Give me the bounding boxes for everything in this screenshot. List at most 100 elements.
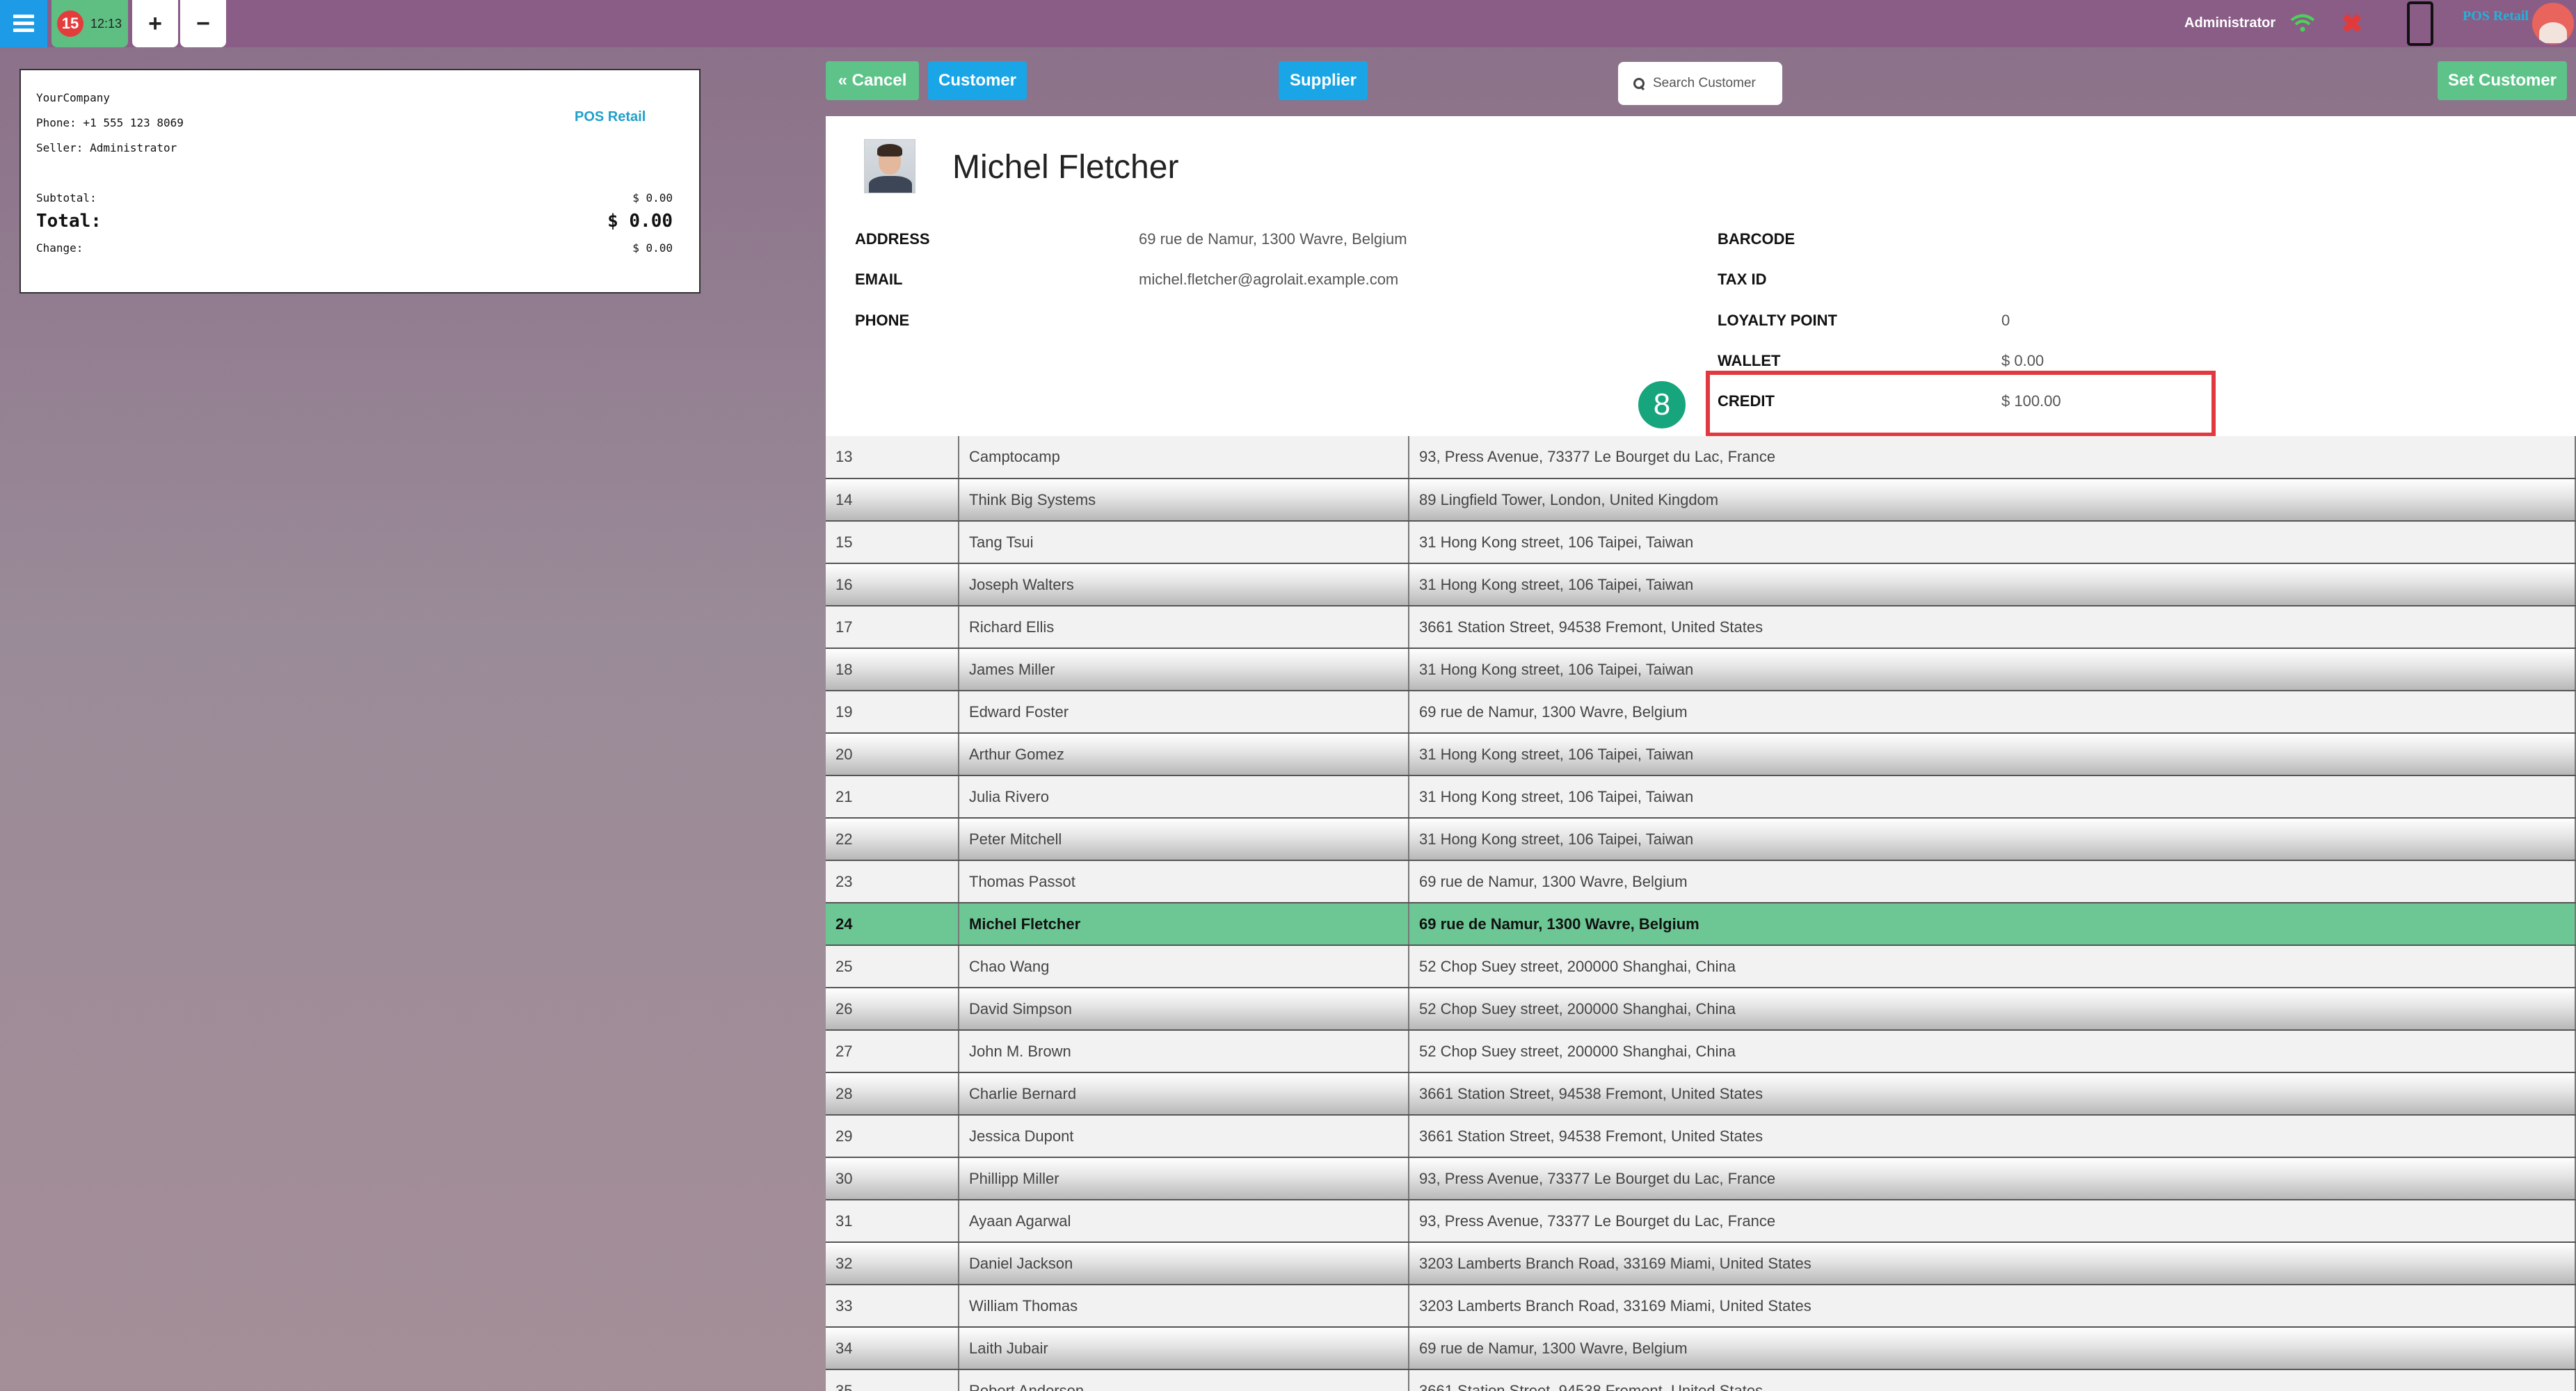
table-row[interactable]: 31 Ayaan Agarwal 93, Press Avenue, 73377 L… bbox=[826, 1200, 2576, 1243]
receipt-preview: YourCompany Phone: +1 555 123 8069 Selle… bbox=[19, 69, 701, 294]
table-row[interactable]: 28 Charlie Bernard 3661 Station Street, 94… bbox=[826, 1072, 2576, 1116]
row-id: 31 bbox=[826, 1200, 959, 1243]
row-name: Arthur Gomez bbox=[959, 733, 1409, 776]
table-row[interactable]: 30 Phillipp Miller 93, Press Avenue, 73377… bbox=[826, 1157, 2576, 1200]
change-value: $ 0.00 bbox=[632, 241, 673, 255]
customer-filter-button[interactable]: Customer bbox=[928, 61, 1027, 100]
row-name: Chao Wang bbox=[959, 945, 1409, 988]
row-address: 3661 Station Street, 94538 Fremont, Unit… bbox=[1409, 1369, 2576, 1391]
row-name: Julia Rivero bbox=[959, 775, 1409, 819]
row-id: 34 bbox=[826, 1327, 959, 1370]
row-name: Edward Foster bbox=[959, 691, 1409, 734]
row-address: 31 Hong Kong street, 106 Taipei, Taiwan bbox=[1409, 733, 2576, 776]
row-name: Jessica Dupont bbox=[959, 1115, 1409, 1158]
table-row[interactable]: 25 Chao Wang 52 Chop Suey street, 200000 S… bbox=[826, 945, 2576, 988]
row-address: 52 Chop Suey street, 200000 Shanghai, Ch… bbox=[1409, 945, 2576, 988]
row-id: 24 bbox=[826, 903, 959, 946]
search-icon bbox=[1633, 78, 1645, 89]
order-count-badge: 15 bbox=[57, 10, 83, 37]
table-row[interactable]: 16 Joseph Walters 31 Hong Kong street, 106… bbox=[826, 563, 2576, 606]
row-id: 14 bbox=[826, 479, 959, 522]
row-name: Camptocamp bbox=[959, 436, 1409, 479]
search-customer-input[interactable] bbox=[1653, 76, 1778, 91]
table-row[interactable]: 26 David Simpson 52 Chop Suey street, 2000… bbox=[826, 988, 2576, 1031]
customer-list: 13 Camptocamp 93, Press Avenue, 73377 Le B… bbox=[826, 436, 2576, 1391]
row-address: 31 Hong Kong street, 106 Taipei, Taiwan bbox=[1409, 818, 2576, 861]
email-label: EMAIL bbox=[855, 271, 903, 288]
table-row[interactable]: 14 Think Big Systems 89 Lingfield Tower, L… bbox=[826, 479, 2576, 522]
total-label: Total: bbox=[36, 211, 102, 232]
row-address: 31 Hong Kong street, 106 Taipei, Taiwan bbox=[1409, 521, 2576, 564]
row-name: David Simpson bbox=[959, 988, 1409, 1031]
phone-label: PHONE bbox=[855, 312, 910, 329]
row-address: 93, Press Avenue, 73377 Le Bourget du La… bbox=[1409, 436, 2576, 479]
row-address: 3661 Station Street, 94538 Fremont, Unit… bbox=[1409, 1072, 2576, 1116]
row-address: 31 Hong Kong street, 106 Taipei, Taiwan bbox=[1409, 775, 2576, 819]
row-name: Thomas Passot bbox=[959, 860, 1409, 903]
row-id: 17 bbox=[826, 606, 959, 649]
table-row[interactable]: 35 Robert Anderson 3661 Station Street, 94… bbox=[826, 1369, 2576, 1391]
receipt-logo: POS Retail bbox=[575, 109, 646, 124]
list-icon bbox=[13, 15, 34, 33]
close-icon[interactable]: ✖ bbox=[2341, 8, 2363, 40]
address-value: 69 rue de Namur, 1300 Wavre, Belgium bbox=[1139, 230, 1407, 248]
menu-toggle-button[interactable] bbox=[0, 0, 47, 47]
row-address: 3661 Station Street, 94538 Fremont, Unit… bbox=[1409, 1115, 2576, 1158]
customer-photo bbox=[864, 139, 915, 193]
row-id: 19 bbox=[826, 691, 959, 734]
taxid-label: TAX ID bbox=[1718, 271, 1767, 288]
search-customer-box[interactable] bbox=[1618, 62, 1782, 105]
table-row[interactable]: 17 Richard Ellis 3661 Station Street, 9453… bbox=[826, 606, 2576, 649]
row-address: 52 Chop Suey street, 200000 Shanghai, Ch… bbox=[1409, 988, 2576, 1031]
row-address: 93, Press Avenue, 73377 Le Bourget du La… bbox=[1409, 1157, 2576, 1200]
row-id: 30 bbox=[826, 1157, 959, 1200]
subtotal-label: Subtotal: bbox=[36, 191, 97, 204]
mobile-device-icon[interactable] bbox=[2407, 1, 2433, 46]
add-order-button[interactable]: + bbox=[132, 0, 178, 47]
row-id: 22 bbox=[826, 818, 959, 861]
loyalty-point-value: 0 bbox=[2001, 312, 2010, 329]
row-id: 29 bbox=[826, 1115, 959, 1158]
table-row[interactable]: 23 Thomas Passot 69 rue de Namur, 1300 Wav… bbox=[826, 860, 2576, 903]
wallet-label: WALLET bbox=[1718, 352, 1781, 369]
cancel-button[interactable]: « Cancel bbox=[826, 61, 919, 100]
table-row[interactable]: 32 Daniel Jackson 3203 Lamberts Branch Roa… bbox=[826, 1242, 2576, 1285]
row-address: 93, Press Avenue, 73377 Le Bourget du La… bbox=[1409, 1200, 2576, 1243]
table-row[interactable]: 21 Julia Rivero 31 Hong Kong street, 106 T… bbox=[826, 775, 2576, 819]
table-row[interactable]: 19 Edward Foster 69 rue de Namur, 1300 Wav… bbox=[826, 691, 2576, 734]
total-value: $ 0.00 bbox=[607, 211, 673, 232]
row-name: Michel Fletcher bbox=[959, 903, 1409, 946]
top-bar: 15 12:13 + − Administrator ✖ POS Retail bbox=[0, 0, 2576, 47]
row-name: Joseph Walters bbox=[959, 563, 1409, 606]
order-tab[interactable]: 15 12:13 bbox=[51, 0, 128, 47]
row-address: 52 Chop Suey street, 200000 Shanghai, Ch… bbox=[1409, 1030, 2576, 1073]
row-name: John M. Brown bbox=[959, 1030, 1409, 1073]
table-row[interactable]: 22 Peter Mitchell 31 Hong Kong street, 106… bbox=[826, 818, 2576, 861]
supplier-filter-button[interactable]: Supplier bbox=[1279, 61, 1368, 100]
table-row[interactable]: 34 Laith Jubair 69 rue de Namur, 1300 Wavr… bbox=[826, 1327, 2576, 1370]
table-row[interactable]: 27 John M. Brown 52 Chop Suey street, 2000… bbox=[826, 1030, 2576, 1073]
row-address: 31 Hong Kong street, 106 Taipei, Taiwan bbox=[1409, 648, 2576, 691]
user-avatar[interactable] bbox=[2532, 3, 2574, 45]
set-customer-button[interactable]: Set Customer bbox=[2438, 61, 2567, 100]
row-id: 23 bbox=[826, 860, 959, 903]
table-row[interactable]: 20 Arthur Gomez 31 Hong Kong street, 106 T… bbox=[826, 733, 2576, 776]
row-address: 69 rue de Namur, 1300 Wavre, Belgium bbox=[1409, 691, 2576, 734]
receipt-company: YourCompany bbox=[36, 91, 110, 104]
remove-order-button[interactable]: − bbox=[180, 0, 226, 47]
table-row[interactable]: 18 James Miller 31 Hong Kong street, 106 T… bbox=[826, 648, 2576, 691]
receipt-seller: Seller: Administrator bbox=[36, 141, 177, 154]
table-row[interactable]: 29 Jessica Dupont 3661 Station Street, 945… bbox=[826, 1115, 2576, 1158]
row-id: 21 bbox=[826, 775, 959, 819]
address-label: ADDRESS bbox=[855, 230, 930, 248]
row-id: 20 bbox=[826, 733, 959, 776]
table-row[interactable]: 15 Tang Tsui 31 Hong Kong street, 106 Taip… bbox=[826, 521, 2576, 564]
table-row[interactable]: 33 William Thomas 3203 Lamberts Branch Roa… bbox=[826, 1285, 2576, 1328]
loyalty-point-label: LOYALTY POINT bbox=[1718, 312, 1837, 329]
row-name: Daniel Jackson bbox=[959, 1242, 1409, 1285]
table-row[interactable]: 13 Camptocamp 93, Press Avenue, 73377 Le B… bbox=[826, 436, 2576, 479]
row-address: 69 rue de Namur, 1300 Wavre, Belgium bbox=[1409, 1327, 2576, 1370]
customer-name: Michel Fletcher bbox=[952, 149, 1179, 186]
row-name: Robert Anderson bbox=[959, 1369, 1409, 1391]
table-row-selected[interactable]: 24 Michel Fletcher 69 rue de Namur, 1300 W… bbox=[826, 903, 2576, 946]
